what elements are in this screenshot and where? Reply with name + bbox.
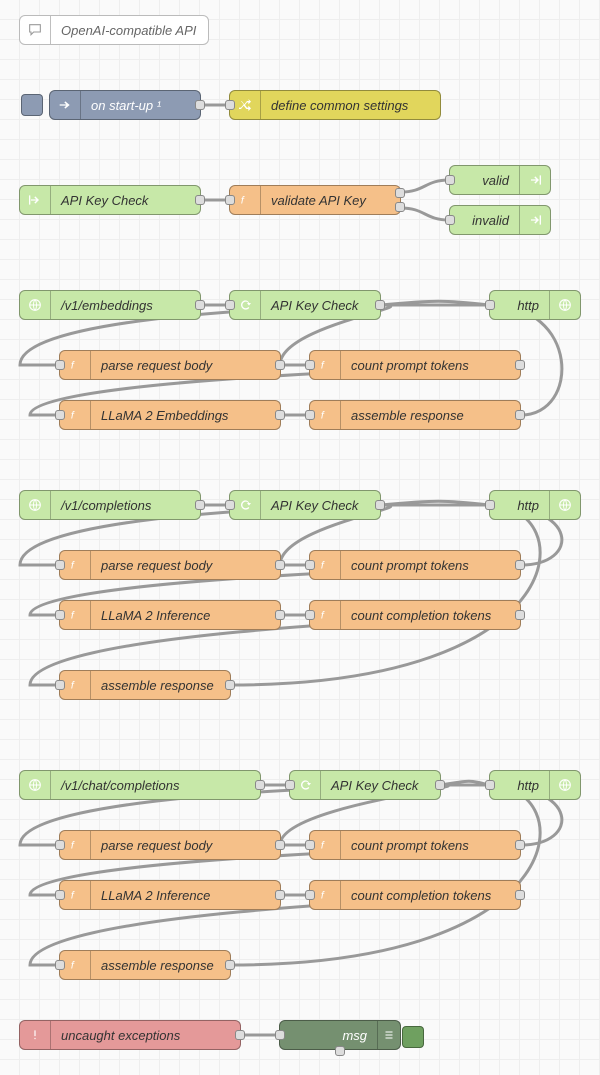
function-label: count prompt tokens bbox=[341, 838, 520, 853]
function-label: LLaMA 2 Inference bbox=[91, 608, 280, 623]
http-in-chat[interactable]: /v1/chat/completions bbox=[19, 770, 261, 800]
inject-button[interactable] bbox=[21, 94, 43, 116]
globe-icon bbox=[549, 491, 580, 519]
link-in-apikey[interactable]: API Key Check bbox=[19, 185, 201, 215]
function-assemble-emb[interactable]: f assemble response bbox=[309, 400, 521, 430]
svg-text:f: f bbox=[71, 560, 75, 572]
change-node-define[interactable]: define common settings bbox=[229, 90, 441, 120]
link-in-label: API Key Check bbox=[51, 193, 200, 208]
svg-text:f: f bbox=[71, 960, 75, 972]
http-response-label: http bbox=[490, 498, 549, 513]
http-in-completions[interactable]: /v1/completions bbox=[19, 490, 201, 520]
link-call-apikey-comp[interactable]: API Key Check bbox=[229, 490, 381, 520]
link-out-icon bbox=[519, 206, 550, 234]
function-label: parse request body bbox=[91, 558, 280, 573]
svg-text:f: f bbox=[321, 890, 325, 902]
link-call-apikey-chat[interactable]: API Key Check bbox=[289, 770, 441, 800]
svg-text:f: f bbox=[71, 890, 75, 902]
function-llama-comp[interactable]: f LLaMA 2 Inference bbox=[59, 600, 281, 630]
svg-text:f: f bbox=[321, 560, 325, 572]
http-response-emb[interactable]: http bbox=[489, 290, 581, 320]
function-label: parse request body bbox=[91, 838, 280, 853]
link-out-icon bbox=[519, 166, 550, 194]
debug-toggle-button[interactable] bbox=[402, 1026, 424, 1048]
globe-icon bbox=[20, 771, 51, 799]
http-in-embeddings[interactable]: /v1/embeddings bbox=[19, 290, 201, 320]
link-out-label: invalid bbox=[450, 213, 519, 228]
link-out-valid[interactable]: valid bbox=[449, 165, 551, 195]
link-out-invalid[interactable]: invalid bbox=[449, 205, 551, 235]
function-llama-emb[interactable]: f LLaMA 2 Embeddings bbox=[59, 400, 281, 430]
svg-text:f: f bbox=[71, 610, 75, 622]
function-label: count completion tokens bbox=[341, 888, 520, 903]
function-assemble-comp[interactable]: f assemble response bbox=[59, 670, 231, 700]
catch-node[interactable]: uncaught exceptions bbox=[19, 1020, 241, 1050]
link-out-label: valid bbox=[450, 173, 519, 188]
function-countprompt-emb[interactable]: f count prompt tokens bbox=[309, 350, 521, 380]
globe-icon bbox=[20, 491, 51, 519]
function-countprompt-comp[interactable]: f count prompt tokens bbox=[309, 550, 521, 580]
inject-label: on start-up ¹ bbox=[81, 98, 200, 113]
arrow-right-icon bbox=[50, 91, 81, 119]
link-call-label: API Key Check bbox=[321, 778, 440, 793]
http-in-label: /v1/chat/completions bbox=[51, 778, 260, 793]
function-label: assemble response bbox=[91, 678, 230, 693]
http-response-label: http bbox=[490, 778, 549, 793]
svg-text:f: f bbox=[71, 410, 75, 422]
function-validate-apikey[interactable]: f validate API Key bbox=[229, 185, 401, 215]
inject-node-startup[interactable]: on start-up ¹ bbox=[49, 90, 201, 120]
function-label: count prompt tokens bbox=[341, 358, 520, 373]
function-parse-emb[interactable]: f parse request body bbox=[59, 350, 281, 380]
function-label: validate API Key bbox=[261, 193, 400, 208]
svg-text:f: f bbox=[71, 680, 75, 692]
function-label: assemble response bbox=[341, 408, 520, 423]
comment-icon bbox=[20, 16, 51, 44]
svg-text:f: f bbox=[321, 360, 325, 372]
function-label: LLaMA 2 Embeddings bbox=[91, 408, 280, 423]
function-label: LLaMA 2 Inference bbox=[91, 888, 280, 903]
function-countcompl-comp[interactable]: f count completion tokens bbox=[309, 600, 521, 630]
globe-icon bbox=[549, 771, 580, 799]
http-response-chat[interactable]: http bbox=[489, 770, 581, 800]
alert-icon bbox=[20, 1021, 51, 1049]
http-in-label: /v1/embeddings bbox=[51, 298, 200, 313]
svg-text:f: f bbox=[321, 410, 325, 422]
link-in-icon bbox=[20, 186, 51, 214]
globe-icon bbox=[549, 291, 580, 319]
function-label: assemble response bbox=[91, 958, 230, 973]
svg-text:f: f bbox=[321, 610, 325, 622]
debug-node[interactable]: msg bbox=[279, 1020, 401, 1050]
function-countprompt-chat[interactable]: f count prompt tokens bbox=[309, 830, 521, 860]
comment-node[interactable]: OpenAI-compatible API bbox=[19, 15, 209, 45]
link-call-apikey-emb[interactable]: API Key Check bbox=[229, 290, 381, 320]
catch-label: uncaught exceptions bbox=[51, 1028, 240, 1043]
debug-label: msg bbox=[280, 1028, 377, 1043]
function-label: parse request body bbox=[91, 358, 280, 373]
wires-layer bbox=[0, 0, 600, 1075]
http-response-label: http bbox=[490, 298, 549, 313]
svg-text:f: f bbox=[241, 195, 245, 207]
comment-label: OpenAI-compatible API bbox=[51, 23, 208, 38]
globe-icon bbox=[20, 291, 51, 319]
svg-text:f: f bbox=[71, 360, 75, 372]
flow-canvas[interactable]: OpenAI-compatible API on start-up ¹ defi… bbox=[0, 0, 600, 1075]
function-assemble-chat[interactable]: f assemble response bbox=[59, 950, 231, 980]
http-in-label: /v1/completions bbox=[51, 498, 200, 513]
function-parse-comp[interactable]: f parse request body bbox=[59, 550, 281, 580]
function-label: count completion tokens bbox=[341, 608, 520, 623]
svg-text:f: f bbox=[321, 840, 325, 852]
function-llama-chat[interactable]: f LLaMA 2 Inference bbox=[59, 880, 281, 910]
change-label: define common settings bbox=[261, 98, 440, 113]
http-response-comp[interactable]: http bbox=[489, 490, 581, 520]
function-label: count prompt tokens bbox=[341, 558, 520, 573]
link-call-label: API Key Check bbox=[261, 298, 380, 313]
function-parse-chat[interactable]: f parse request body bbox=[59, 830, 281, 860]
debug-bars-icon bbox=[377, 1021, 400, 1049]
svg-text:f: f bbox=[71, 840, 75, 852]
link-call-label: API Key Check bbox=[261, 498, 380, 513]
function-countcompl-chat[interactable]: f count completion tokens bbox=[309, 880, 521, 910]
